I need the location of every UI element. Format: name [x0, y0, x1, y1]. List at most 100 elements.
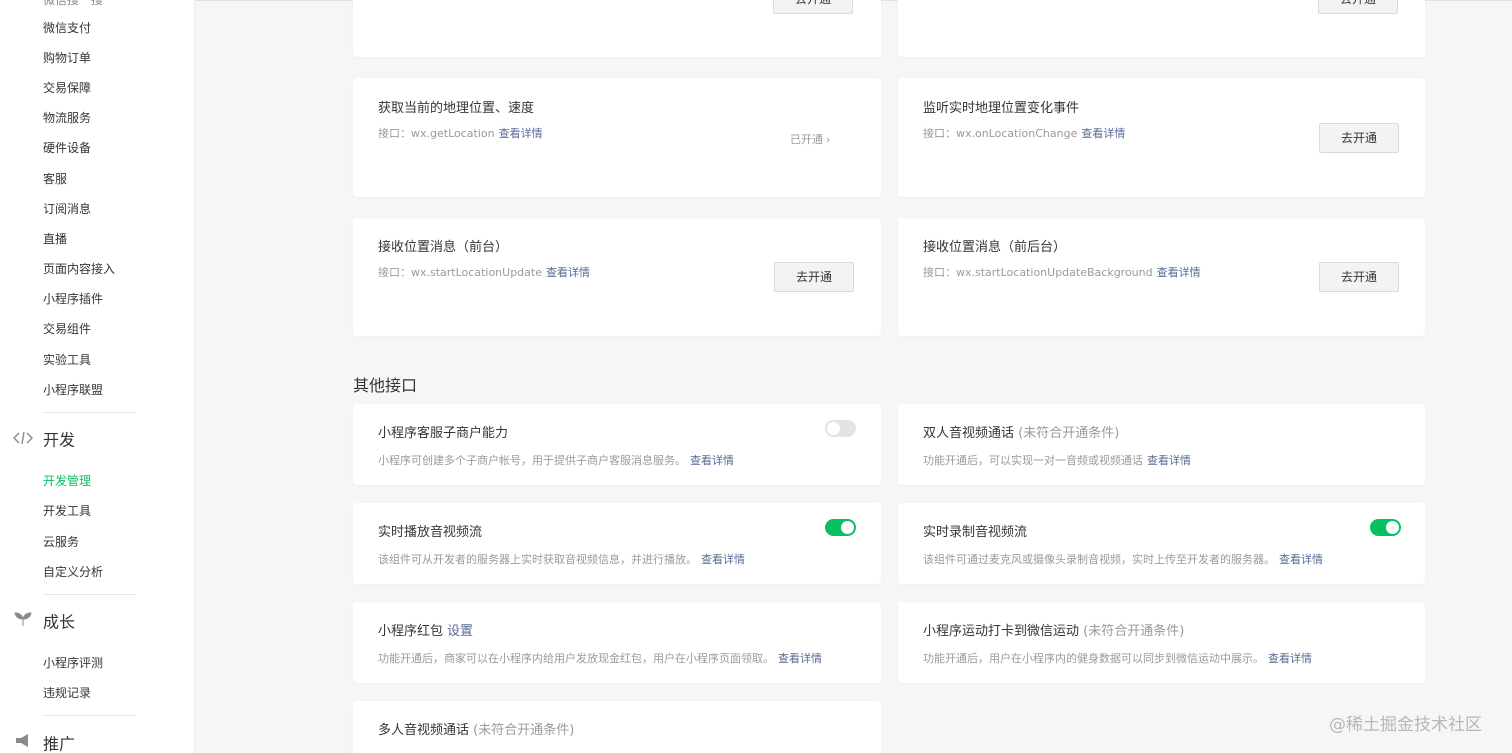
sidebar-item-wechat-pay[interactable]: 微信支付: [43, 18, 91, 38]
card-title-text: 双人音视频通话: [923, 426, 1015, 441]
chevron-right-icon: ›: [826, 133, 831, 146]
view-details-link[interactable]: 查看详情: [1081, 127, 1125, 140]
opened-status[interactable]: 已开通 ›: [790, 131, 830, 147]
enable-button[interactable]: 去开通: [1319, 123, 1399, 153]
card-title: 实时播放音视频流: [378, 525, 483, 540]
api-name: 接口：wx.onLocationChange: [923, 127, 1078, 140]
card-get-location: 获取当前的地理位置、速度 接口：wx.getLocation 查看详情 已开通 ›: [353, 78, 881, 197]
card-title-text: 小程序红包: [378, 624, 444, 639]
enable-button[interactable]: 去开通: [1319, 262, 1399, 292]
sidebar-item-dev-management[interactable]: 开发管理: [43, 471, 91, 491]
view-details-link[interactable]: 查看详情: [701, 553, 745, 566]
toggle-knob: [841, 521, 854, 534]
card-desc: 功能开通后，用户在小程序内的健身数据可以同步到微信运动中展示。 查看详情: [923, 650, 1312, 666]
card-title: 双人音视频通话 (未符合开通条件): [923, 422, 1119, 441]
settings-link[interactable]: 设置: [447, 624, 473, 639]
ineligible-note: (未符合开通条件): [1083, 624, 1185, 639]
sidebar-section-label: 推广: [43, 734, 76, 753]
view-details-link[interactable]: 查看详情: [546, 266, 590, 279]
card-desc: 小程序可创建多个子商户帐号，用于提供子商户客服消息服务。 查看详情: [378, 452, 734, 468]
card-desc: 接口：wx.startLocationUpdateBackground 查看详情: [923, 264, 1201, 280]
card-partial-top-left: 去开通: [353, 0, 881, 57]
card-desc-text: 该组件可从开发者的服务器上实时获取音视频信息，并进行播放。: [378, 553, 697, 566]
sidebar-item-page-content[interactable]: 页面内容接入: [43, 259, 115, 279]
card-desc: 功能开通后，商家可以在小程序内给用户发放现金红包，用户在小程序页面领取。 查看详情: [378, 650, 822, 666]
sidebar-item-trade-component[interactable]: 交易组件: [43, 319, 91, 339]
card-title: 获取当前的地理位置、速度: [378, 101, 535, 116]
card-title: 实时录制音视频流: [923, 525, 1028, 540]
card-title-text: 多人音视频通话: [378, 723, 470, 738]
sidebar-section-growth[interactable]: 成长: [12, 610, 75, 634]
sidebar-divider: [43, 412, 136, 413]
card-title: 小程序运动打卡到微信运动 (未符合开通条件): [923, 620, 1184, 639]
card-live-player: 实时播放音视频流 该组件可从开发者的服务器上实时获取音视频信息，并进行播放。 查看…: [353, 503, 881, 584]
card-desc-text: 功能开通后，可以实现一对一音频或视频通话: [923, 454, 1143, 467]
toggle-knob: [827, 422, 840, 435]
card-start-location-update-background: 接收位置消息（前后台） 接口：wx.startLocationUpdateBac…: [898, 218, 1425, 336]
sidebar-section-promo[interactable]: 推广: [12, 732, 75, 753]
sidebar-divider: [43, 594, 136, 595]
sidebar: 微信搜一搜 微信支付 购物订单 交易保障 物流服务 硬件设备 客服 订阅消息 直…: [0, 0, 195, 753]
card-desc: 该组件可通过麦克风或摄像头录制音视频，实时上传至开发者的服务器。 查看详情: [923, 551, 1323, 567]
toggle-switch[interactable]: [825, 519, 856, 536]
card-title-text: 小程序运动打卡到微信运动: [923, 624, 1080, 639]
sidebar-item-violations[interactable]: 违规记录: [43, 683, 91, 703]
sidebar-item-custom-analysis[interactable]: 自定义分析: [43, 562, 103, 582]
card-cs-submerchant: 小程序客服子商户能力 小程序可创建多个子商户帐号，用于提供子商户客服消息服务。查…: [353, 404, 881, 485]
card-red-packet: 小程序红包 设置 功能开通后，商家可以在小程序内给用户发放现金红包，用户在小程序页…: [353, 602, 881, 683]
card-desc: 接口：wx.getLocation 查看详情: [378, 125, 543, 141]
card-title: 小程序客服子商户能力: [378, 426, 509, 441]
view-details-link[interactable]: 查看详情: [1268, 652, 1312, 665]
card-desc-text: 小程序可创建多个子商户帐号，用于提供子商户客服消息服务。: [378, 454, 686, 467]
card-desc-text: 功能开通后，用户在小程序内的健身数据可以同步到微信运动中展示。: [923, 652, 1264, 665]
view-details-link[interactable]: 查看详情: [690, 454, 734, 467]
sidebar-section-label: 成长: [43, 612, 76, 632]
api-name: 接口：wx.startLocationUpdateBackground: [923, 266, 1153, 279]
enable-button[interactable]: 去开通: [774, 262, 854, 292]
sidebar-item-lab-tools[interactable]: 实验工具: [43, 350, 91, 370]
enable-button[interactable]: 去开通: [773, 0, 853, 14]
sidebar-item-logistics[interactable]: 物流服务: [43, 108, 91, 128]
toggle-switch[interactable]: [825, 420, 856, 437]
view-details-link[interactable]: 查看详情: [778, 652, 822, 665]
card-desc: 接口：wx.onLocationChange 查看详情: [923, 125, 1125, 141]
sidebar-item-cloud[interactable]: 云服务: [43, 532, 79, 552]
sidebar-item-trade-guarantee[interactable]: 交易保障: [43, 78, 91, 98]
watermark: @稀土掘金技术社区: [1329, 715, 1482, 735]
view-details-link[interactable]: 查看详情: [499, 127, 543, 140]
view-details-link[interactable]: 查看详情: [1157, 266, 1201, 279]
card-desc: 接口：wx.startLocationUpdate 查看详情: [378, 264, 590, 280]
card-desc-text: 该组件可通过麦克风或摄像头录制音视频，实时上传至开发者的服务器。: [923, 553, 1275, 566]
section-heading-other: 其他接口: [353, 376, 418, 395]
sidebar-item-alliance[interactable]: 小程序联盟: [43, 380, 103, 400]
card-title: 接收位置消息（前台）: [378, 240, 509, 255]
card-multi-av-call: 多人音视频通话 (未符合开通条件): [353, 701, 881, 753]
sidebar-divider: [43, 715, 136, 716]
card-title: 小程序红包 设置: [378, 620, 473, 639]
api-name: 接口：wx.getLocation: [378, 127, 495, 140]
sidebar-item-evaluation[interactable]: 小程序评测: [43, 653, 103, 673]
ineligible-note: (未符合开通条件): [473, 723, 575, 738]
sidebar-item-dev-tools[interactable]: 开发工具: [43, 501, 91, 521]
card-desc: 该组件可从开发者的服务器上实时获取音视频信息，并进行播放。 查看详情: [378, 551, 745, 567]
sidebar-item-live[interactable]: 直播: [43, 229, 67, 249]
card-title: 多人音视频通话 (未符合开通条件): [378, 719, 574, 738]
card-title: 监听实时地理位置变化事件: [923, 101, 1080, 116]
megaphone-icon: [12, 733, 34, 753]
enable-button[interactable]: 去开通: [1318, 0, 1398, 14]
sidebar-item-plugins[interactable]: 小程序插件: [43, 289, 103, 309]
sidebar-item-hardware[interactable]: 硬件设备: [43, 138, 91, 158]
sidebar-section-dev[interactable]: 开发: [12, 428, 75, 452]
sidebar-item-wechat-search[interactable]: 微信搜一搜: [43, 0, 103, 10]
sidebar-item-subscribe-msg[interactable]: 订阅消息: [43, 199, 91, 219]
opened-status-label: 已开通: [790, 133, 823, 146]
sidebar-item-orders[interactable]: 购物订单: [43, 48, 91, 68]
card-partial-top-right: 去开通: [898, 0, 1425, 57]
view-details-link[interactable]: 查看详情: [1147, 454, 1191, 467]
sidebar-item-customer-service[interactable]: 客服: [43, 169, 67, 189]
sidebar-section-label: 开发: [43, 430, 76, 450]
card-on-location-change: 监听实时地理位置变化事件 接口：wx.onLocationChange 查看详情 …: [898, 78, 1425, 197]
toggle-switch[interactable]: [1370, 519, 1401, 536]
sprout-icon: [12, 611, 34, 635]
view-details-link[interactable]: 查看详情: [1279, 553, 1323, 566]
